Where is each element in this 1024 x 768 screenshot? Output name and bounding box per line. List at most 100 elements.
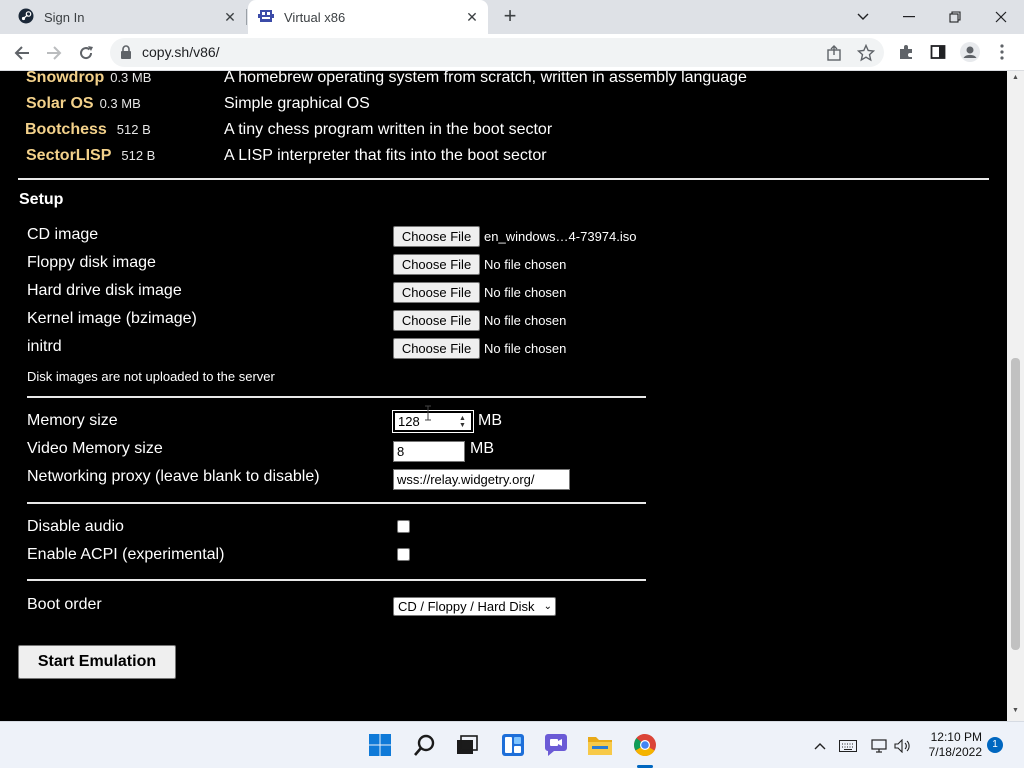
boot-order-label: Boot order [27, 596, 102, 613]
close-window-icon[interactable] [978, 0, 1024, 34]
bookmark-star-icon[interactable] [856, 43, 876, 62]
steam-icon [18, 8, 34, 27]
tab-sign-in[interactable]: Sign In ✕ [8, 0, 246, 34]
page-content: Snowdrop 0.3 MB A homebrew operating syst… [0, 71, 1007, 721]
close-tab-icon[interactable]: ✕ [222, 9, 238, 25]
enable-acpi-label: Enable ACPI (experimental) [27, 546, 225, 563]
os-name: Solar OS [26, 95, 94, 112]
upload-note: Disk images are not uploaded to the serv… [27, 369, 275, 384]
cd-image-choose-file-button[interactable]: Choose File [393, 226, 480, 247]
address-bar[interactable]: copy.sh/v86/ [110, 38, 884, 67]
video-memory-label: Video Memory size [27, 440, 163, 457]
setup-heading: Setup [19, 191, 64, 208]
chevron-down-icon: ⌄ [543, 601, 552, 612]
kernel-image-label: Kernel image (bzimage) [27, 310, 197, 327]
hard-drive-image-choose-file-button[interactable]: Choose File [393, 282, 480, 303]
initrd-choose-file-button[interactable]: Choose File [393, 338, 480, 359]
memory-unit: MB [478, 412, 502, 429]
system-clock[interactable]: 12:10 PM 7/18/2022 [918, 730, 982, 760]
os-description: A LISP interpreter that fits into the bo… [224, 147, 547, 164]
os-list-item: Snowdrop 0.3 MB A homebrew operating syst… [0, 71, 1000, 93]
memory-size-input[interactable]: 128 ▲ ▼ [392, 410, 474, 433]
floppy-image-choose-file-button[interactable]: Choose File [393, 254, 480, 275]
chrome-icon[interactable] [630, 730, 660, 760]
close-tab-icon[interactable]: ✕ [464, 9, 480, 25]
os-list-item: Solar OS 0.3 MB Simple graphical OS [0, 95, 1000, 119]
new-tab-button[interactable]: + [498, 5, 522, 29]
os-name-link[interactable]: Solar OS 0.3 MB [26, 95, 141, 113]
reload-icon[interactable] [73, 40, 99, 66]
os-name-link[interactable]: Bootchess 512 B [25, 121, 151, 139]
video-memory-input[interactable]: 8 [393, 441, 465, 462]
divider [27, 579, 646, 581]
disable-audio-checkbox[interactable] [397, 520, 410, 533]
widgets-icon[interactable] [498, 730, 528, 760]
file-explorer-icon[interactable] [585, 730, 615, 760]
divider [27, 502, 646, 504]
os-name-link[interactable]: SectorLISP 512 B [26, 147, 155, 165]
disable-audio-label: Disable audio [27, 518, 124, 535]
hard-drive-image-filename: No file chosen [484, 285, 567, 300]
os-description: Simple graphical OS [224, 95, 370, 112]
floppy-image-filename: No file chosen [484, 257, 567, 272]
boot-order-select[interactable]: CD / Floppy / Hard Disk ⌄ [393, 597, 556, 616]
hard-drive-image-label: Hard drive disk image [27, 282, 182, 299]
video-memory-value: 8 [397, 444, 405, 459]
side-panel-icon[interactable] [928, 42, 948, 62]
os-size: 512 B [121, 148, 156, 163]
os-size: 0.3 MB [99, 96, 141, 111]
tab-strip: Sign In ✕ Virtual x86 ✕ + [0, 0, 1024, 34]
share-icon[interactable] [825, 44, 843, 62]
network-icon[interactable] [870, 736, 890, 756]
kernel-image-choose-file-button[interactable]: Choose File [393, 310, 480, 331]
os-size: 512 B [116, 122, 151, 137]
scroll-down-icon[interactable]: ▼ [1011, 707, 1020, 714]
start-emulation-button[interactable]: Start Emulation [18, 645, 176, 679]
os-list-item: SectorLISP 512 B A LISP interpreter that … [0, 147, 1000, 171]
forward-icon[interactable] [41, 40, 67, 66]
url-text: copy.sh/v86/ [142, 44, 220, 60]
scroll-up-icon[interactable]: ▲ [1011, 74, 1020, 81]
chat-icon[interactable] [541, 730, 571, 760]
os-name: Snowdrop [26, 71, 105, 86]
divider [18, 178, 989, 180]
tab-title: Virtual x86 [284, 9, 346, 25]
tab-virtual-x86[interactable]: Virtual x86 ✕ [248, 0, 488, 34]
tab-separator [246, 9, 247, 25]
os-list-item: Bootchess 512 B A tiny chess program writ… [0, 121, 1000, 145]
page-scrollbar[interactable]: ▲ ▼ [1007, 71, 1024, 721]
os-name: SectorLISP [26, 147, 112, 164]
minimize-icon[interactable] [886, 0, 932, 34]
floppy-image-label: Floppy disk image [27, 254, 156, 271]
os-name-link[interactable]: Snowdrop 0.3 MB [26, 71, 151, 87]
networking-proxy-input[interactable]: wss://relay.widgetry.org/ [393, 469, 570, 490]
windows-taskbar: 12:10 PM 7/18/2022 1 [0, 721, 1024, 768]
enable-acpi-checkbox[interactable] [397, 548, 410, 561]
networking-proxy-label: Networking proxy (leave blank to disable… [27, 468, 320, 485]
profile-avatar-icon[interactable] [960, 42, 980, 62]
initrd-label: initrd [27, 338, 62, 355]
memory-size-value: 128 [398, 414, 420, 429]
os-description: A homebrew operating system from scratch… [224, 71, 747, 86]
os-size: 0.3 MB [110, 71, 152, 85]
boot-order-selected: CD / Floppy / Hard Disk [398, 599, 535, 614]
v86-icon [258, 8, 274, 27]
task-view-icon[interactable] [452, 730, 482, 760]
tab-search-icon[interactable] [840, 0, 886, 34]
search-icon[interactable] [410, 730, 440, 760]
windows-start-icon[interactable] [365, 730, 395, 760]
menu-kebab-icon[interactable] [992, 42, 1012, 62]
keyboard-icon[interactable] [838, 736, 858, 756]
back-icon[interactable] [9, 40, 35, 66]
notification-badge[interactable]: 1 [987, 737, 1003, 753]
spinner-arrows-icon[interactable]: ▲ ▼ [459, 415, 467, 429]
volume-icon[interactable] [893, 736, 913, 756]
video-memory-unit: MB [470, 440, 494, 457]
scrollbar-thumb[interactable] [1011, 358, 1020, 650]
chevron-up-icon[interactable] [810, 736, 830, 756]
clock-time: 12:10 PM [930, 730, 982, 744]
extensions-icon[interactable] [896, 42, 916, 62]
os-description: A tiny chess program written in the boot… [224, 121, 553, 138]
clock-date: 7/18/2022 [928, 745, 982, 759]
restore-icon[interactable] [932, 0, 978, 34]
